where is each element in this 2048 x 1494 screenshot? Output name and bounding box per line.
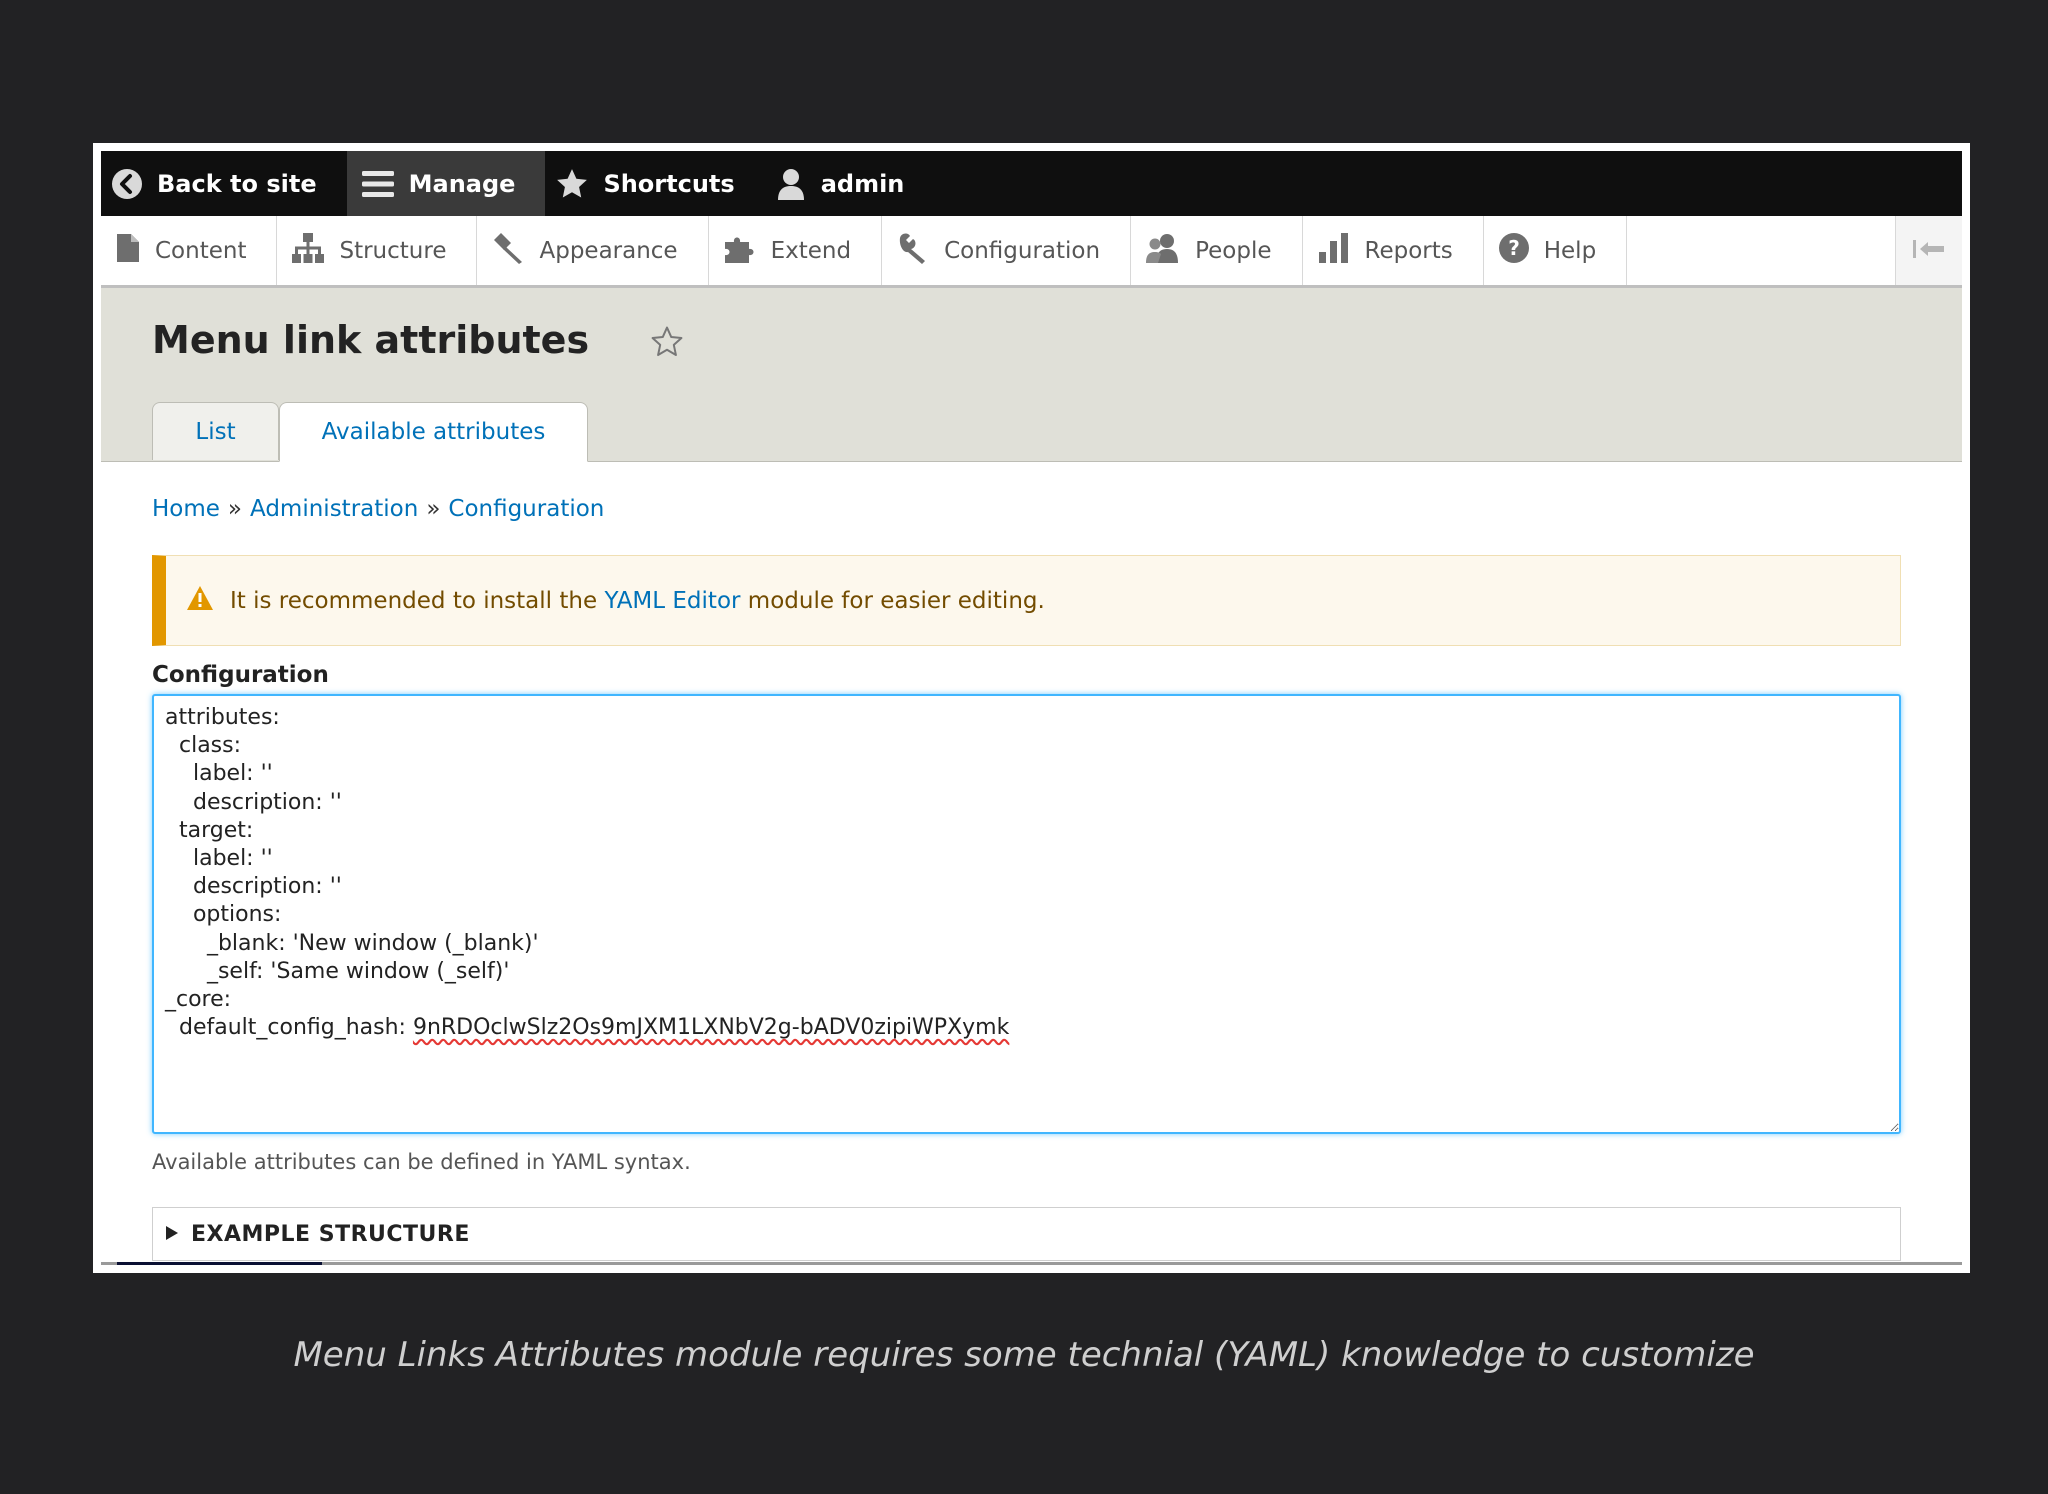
details-summary-label: EXAMPLE STRUCTURE [191,1221,470,1247]
warning-prefix: It is recommended to install the [230,587,598,614]
menu-item-extend[interactable]: Extend [709,216,883,285]
page-title: Menu link attributes [152,318,590,362]
menu-item-help[interactable]: ? Help [1484,216,1628,285]
breadcrumb: Home » Administration » Configuration [152,496,604,522]
warning-icon [186,585,214,617]
bottom-divider [101,1262,1962,1265]
menu-item-appearance[interactable]: Appearance [477,216,709,285]
screenshot-frame: Back to site Manage Shortcuts admin Cont… [93,143,1970,1273]
shortcuts-tab[interactable]: Shortcuts [545,151,764,216]
help-icon: ? [1498,232,1530,270]
configuration-label: Configuration [152,662,329,688]
tray-orientation-toggle-button[interactable] [1895,216,1962,285]
menu-item-label: Content [155,237,247,264]
star-icon [555,167,589,201]
field-description: Available attributes can be defined in Y… [152,1150,691,1174]
menu-item-label: Configuration [944,237,1101,264]
tab-list[interactable]: List [152,402,279,460]
puzzle-icon [723,232,757,270]
configuration-textarea[interactable]: attributes: class: label: '' description… [152,694,1901,1134]
menu-item-label: Extend [770,237,852,264]
image-caption: Menu Links Attributes module requires so… [293,1335,1755,1375]
menu-item-label: Appearance [539,237,678,264]
page-header: Menu link attributes List Available attr… [101,288,1962,462]
config-hash: 9nRDOclwSlz2Os9mJXM1LXNbV2g-bADV0zipiWPX… [412,1015,1010,1041]
triangle-right-icon [165,1222,179,1247]
menu-item-reports[interactable]: Reports [1303,216,1484,285]
chevron-left-circle-icon [111,168,143,200]
warning-suffix: module for easier editing. [747,587,1045,614]
paintbrush-icon [491,232,525,270]
breadcrumb-home-link[interactable]: Home [152,496,220,522]
manage-label: Manage [408,169,516,198]
menu-item-label: Help [1543,237,1597,264]
back-to-site-label: Back to site [157,169,317,198]
primary-tabs: List Available attributes [152,402,588,462]
admin-toolbar: Back to site Manage Shortcuts admin [101,151,1962,216]
svg-text:?: ? [1508,236,1520,260]
shortcut-star-icon[interactable] [650,325,684,363]
yaml-editor-link[interactable]: YAML Editor [604,588,740,614]
wrench-icon [896,232,930,270]
breadcrumb-administration-link[interactable]: Administration [250,496,418,522]
menu-item-structure[interactable]: Structure [277,216,478,285]
menu-item-people[interactable]: People [1131,216,1303,285]
breadcrumb-configuration-link[interactable]: Configuration [448,496,604,522]
menu-item-content[interactable]: Content [101,216,278,285]
back-to-site-link[interactable]: Back to site [101,151,347,216]
menu-item-label: People [1195,237,1272,264]
manage-tab[interactable]: Manage [346,151,546,216]
breadcrumb-separator: » [426,496,441,522]
collapse-left-icon [1912,239,1946,263]
bottom-divider-accent [117,1262,322,1265]
hamburger-icon [361,168,395,200]
warning-text: It is recommended to install the YAML Ed… [230,588,1045,614]
user-label: admin [820,169,905,198]
bar-chart-icon [1317,232,1351,270]
menu-item-label: Structure [339,237,447,264]
user-tab[interactable]: admin [765,151,935,216]
drupal-admin-page: Back to site Manage Shortcuts admin Cont… [101,151,1962,1265]
page-icon [115,233,141,269]
user-icon [775,167,807,201]
warning-message: It is recommended to install the YAML Ed… [152,555,1901,646]
tray-spacer [1627,216,1895,285]
people-icon [1145,232,1181,270]
breadcrumb-separator: » [227,496,242,522]
admin-menu-tray: Content Structure Appearance Extend Conf… [101,216,1962,288]
configuration-yaml: attributes: class: label: '' description… [165,705,539,1041]
menu-item-configuration[interactable]: Configuration [882,216,1132,285]
menu-item-label: Reports [1364,237,1453,264]
shortcuts-label: Shortcuts [603,169,735,198]
tab-available-attributes[interactable]: Available attributes [279,402,588,462]
sitemap-icon [291,232,325,270]
example-structure-details[interactable]: EXAMPLE STRUCTURE [152,1207,1901,1261]
